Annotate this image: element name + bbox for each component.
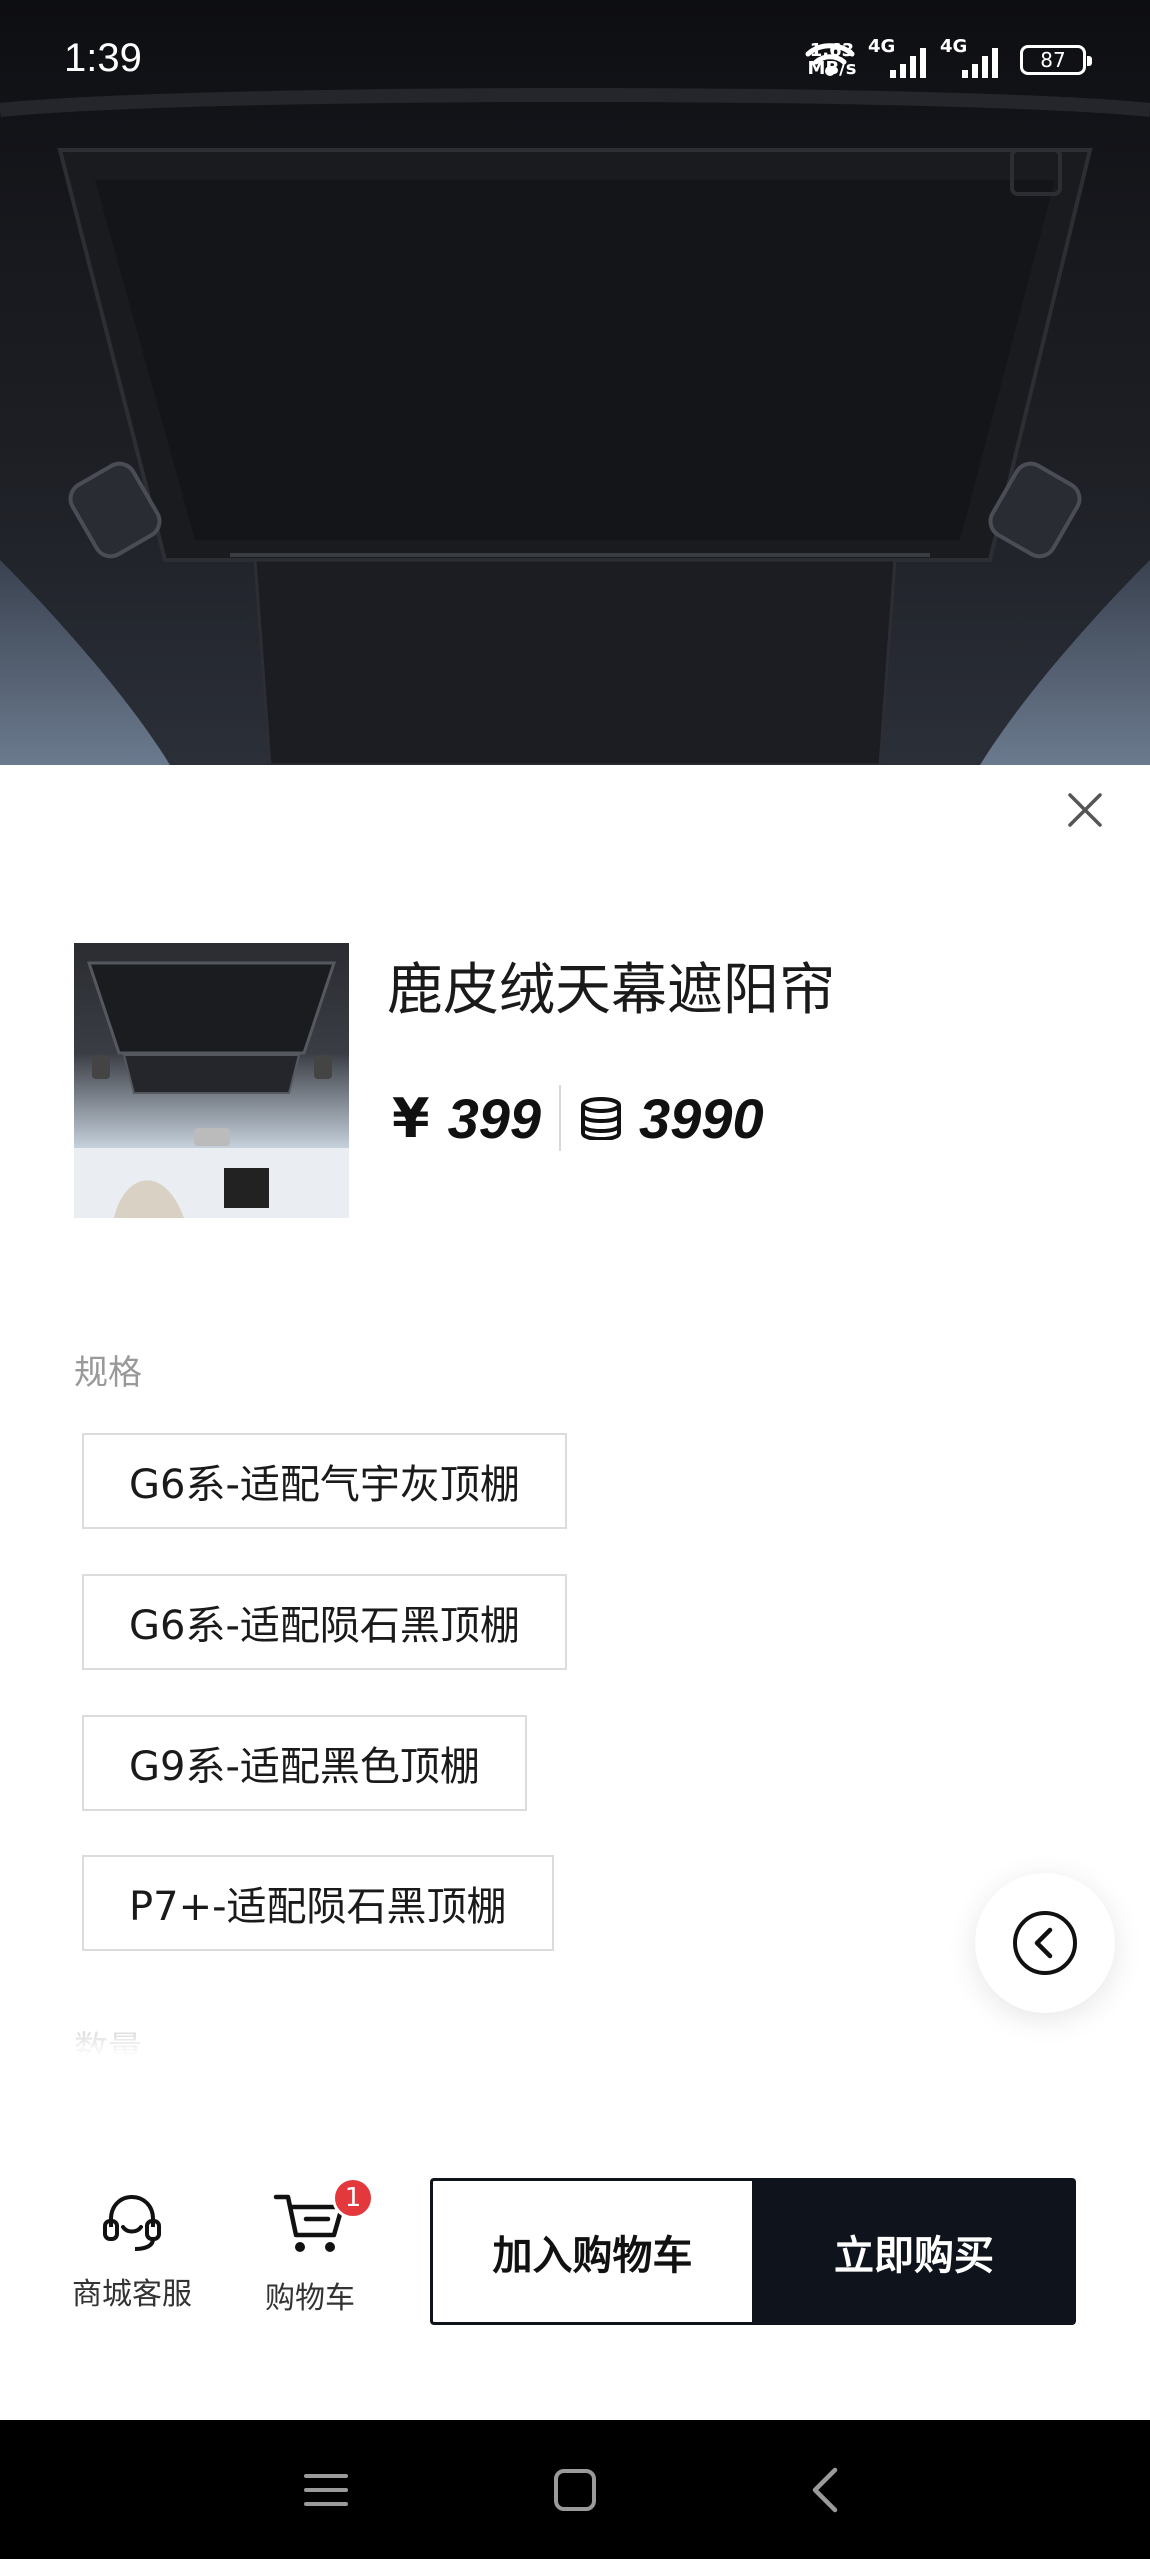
price-divider [559, 1085, 562, 1151]
cart-count-badge: 1 [332, 2177, 374, 2219]
add-to-cart-button[interactable]: 加入购物车 [430, 2178, 752, 2325]
wifi-icon [805, 43, 855, 76]
product-sku-page: 1:39 1.63 MB/s 4G 4G [0, 0, 1150, 2559]
battery-indicator: 87 [1020, 45, 1092, 75]
spec-option[interactable]: G6系-适配陨石黑顶棚 [82, 1574, 567, 1670]
home-button[interactable] [545, 2460, 605, 2520]
scroll-fade [0, 1980, 1150, 2070]
spec-option[interactable]: P7+-适配陨石黑顶棚 [82, 1855, 554, 1951]
cart-button[interactable]: 1 购物车 [265, 2177, 374, 2317]
menu-icon [304, 2474, 348, 2506]
status-bar: 1:39 1.63 MB/s 4G 4G [0, 0, 1150, 130]
points-value: 3990 [639, 1086, 764, 1150]
spec-option[interactable]: G6系-适配气宇灰顶棚 [82, 1433, 567, 1529]
close-icon [1068, 793, 1102, 827]
product-thumbnail [74, 943, 349, 1218]
signal-1-icon: 4G [868, 36, 932, 80]
signal-2-icon: 4G [940, 36, 1004, 80]
cart-label: 购物车 [265, 2281, 355, 2316]
customer-service-button[interactable]: 商城客服 [72, 2187, 192, 2313]
price-row: ¥ 399 3990 [392, 1083, 764, 1153]
chevron-left-circle-icon [1013, 1911, 1077, 1975]
spec-option[interactable]: G9系-适配黑色顶棚 [82, 1715, 527, 1811]
buy-now-button[interactable]: 立即购买 [752, 2178, 1076, 2325]
spec-section-label: 规格 [74, 1353, 142, 1393]
coins-icon [579, 1096, 623, 1140]
product-thumbnail-image [74, 961, 349, 1218]
home-square-icon [554, 2469, 596, 2511]
currency-symbol: ¥ [392, 1086, 430, 1150]
floating-back-button[interactable] [975, 1873, 1115, 2013]
battery-level: 87 [1040, 48, 1066, 72]
hero-product-image: 1:39 1.63 MB/s 4G 4G [0, 0, 1150, 765]
recent-apps-button[interactable] [296, 2460, 356, 2520]
price-value: 399 [447, 1086, 542, 1150]
product-title: 鹿皮绒天幕遮阳帘 [387, 958, 835, 1023]
close-button[interactable] [1060, 785, 1110, 835]
sku-selection-sheet: 鹿皮绒天幕遮阳帘 ¥ 399 3990 规格 G6系-适配气宇灰顶棚 G6系-适… [0, 765, 1150, 2420]
system-nav-bar [0, 2420, 1150, 2559]
back-chevron-icon [812, 2467, 838, 2513]
status-icons: 1.63 MB/s 4G 4G [804, 36, 1092, 80]
headset-icon [103, 2194, 161, 2251]
status-time: 1:39 [64, 36, 142, 80]
customer-service-label: 商城客服 [72, 2277, 192, 2312]
system-back-button[interactable] [795, 2460, 855, 2520]
